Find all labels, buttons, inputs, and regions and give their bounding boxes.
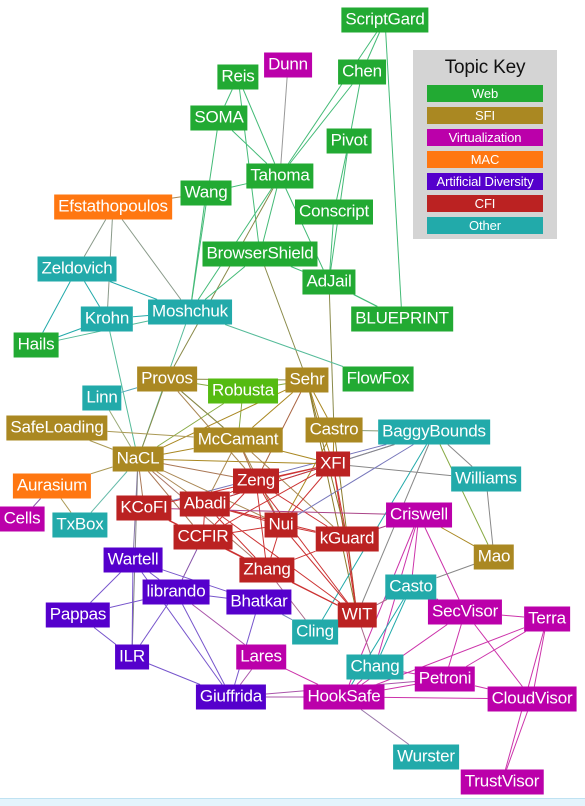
graph-node-kcofi[interactable]: KCoFI <box>116 495 172 521</box>
graph-node-wit[interactable]: WIT <box>337 602 377 628</box>
graph-node-castro[interactable]: Castro <box>305 417 363 443</box>
graph-node-giuffrida[interactable]: Giuffrida <box>195 684 267 710</box>
graph-node-lares[interactable]: Lares <box>236 644 286 670</box>
graph-node-moshchuk[interactable]: Moshchuk <box>148 299 232 325</box>
legend-item-sfi: SFI <box>427 107 543 124</box>
graph-node-casto[interactable]: Casto <box>385 574 437 600</box>
graph-node-secvisor[interactable]: SecVisor <box>427 599 503 625</box>
graph-node-librando[interactable]: librando <box>142 579 210 605</box>
graph-node-nacl[interactable]: NaCL <box>112 446 164 472</box>
graph-node-xfi[interactable]: XFI <box>316 451 350 477</box>
graph-node-criswell[interactable]: Criswell <box>386 502 452 528</box>
graph-node-zeng[interactable]: Zeng <box>233 468 279 494</box>
legend-item-virtualization: Virtualization <box>427 129 543 146</box>
graph-node-terra[interactable]: Terra <box>524 606 570 632</box>
graph-node-chang[interactable]: Chang <box>346 654 404 680</box>
graph-node-sehr[interactable]: Sehr <box>285 367 329 393</box>
graph-node-wartell[interactable]: Wartell <box>103 547 163 573</box>
graph-node-kguard[interactable]: kGuard <box>315 526 379 552</box>
graph-node-scriptgard[interactable]: ScriptGard <box>341 7 429 33</box>
legend-rows: Web SFI Virtualization MAC Artificial Divers… <box>413 85 557 234</box>
graph-node-browsershield[interactable]: BrowserShield <box>202 241 318 267</box>
graph-node-zhang[interactable]: Zhang <box>239 557 295 583</box>
graph-node-williams[interactable]: Williams <box>451 466 521 492</box>
graph-node-hooksafe[interactable]: HookSafe <box>303 684 385 710</box>
graph-node-blueprint[interactable]: BLUEPRINT <box>351 306 453 332</box>
graph-node-soma[interactable]: SOMA <box>190 105 248 131</box>
graph-node-adjail[interactable]: AdJail <box>302 269 356 295</box>
graph-node-flowfox[interactable]: FlowFox <box>342 366 414 392</box>
graph-node-wurster[interactable]: Wurster <box>393 744 459 770</box>
graph-node-provos[interactable]: Provos <box>137 366 197 392</box>
graph-node-ccfir[interactable]: CCFIR <box>173 524 233 550</box>
graph-node-tahoma[interactable]: Tahoma <box>246 163 314 189</box>
graph-node-mccamant[interactable]: McCamant <box>193 427 283 453</box>
legend-title: Topic Key <box>444 57 526 78</box>
graph-node-conscript[interactable]: Conscript <box>294 199 374 225</box>
graph-node-linn[interactable]: Linn <box>82 385 122 411</box>
graph-node-nui[interactable]: Nui <box>264 512 298 538</box>
graph-node-baggybounds[interactable]: BaggyBounds <box>378 419 490 445</box>
graph-node-cells[interactable]: Cells <box>0 506 45 532</box>
graph-node-reis[interactable]: Reis <box>217 64 259 90</box>
graph-node-aurasium[interactable]: Aurasium <box>12 473 92 499</box>
legend-item-mac: MAC <box>427 151 543 168</box>
graph-node-bhatkar[interactable]: Bhatkar <box>226 589 292 615</box>
graph-node-wang[interactable]: Wang <box>180 180 232 206</box>
bottom-strip <box>0 798 585 806</box>
legend-item-artificial-diversity: Artificial Diversity <box>427 173 543 190</box>
legend-item-web: Web <box>427 85 543 102</box>
graph-node-cloudvisor[interactable]: CloudVisor <box>487 686 577 712</box>
legend-item-other: Other <box>427 217 543 234</box>
graph-node-krohn[interactable]: Krohn <box>80 306 134 332</box>
graph-node-trustvisor[interactable]: TrustVisor <box>460 769 544 795</box>
graph-node-abadi[interactable]: Abadi <box>179 491 231 517</box>
graph-node-mao[interactable]: Mao <box>473 544 515 570</box>
graph-node-hails[interactable]: Hails <box>13 332 59 358</box>
graph-node-dunn[interactable]: Dunn <box>264 52 312 78</box>
graph-node-robusta[interactable]: Robusta <box>208 378 278 404</box>
graph-node-safeloading[interactable]: SafeLoading <box>6 415 108 441</box>
graph-node-petroni[interactable]: Petroni <box>414 666 476 692</box>
network-graph-canvas: ScriptGard Dunn Reis Chen SOMA Pivot Tahoma Wan… <box>0 0 585 806</box>
graph-node-chen[interactable]: Chen <box>338 59 386 85</box>
legend-item-cfi: CFI <box>427 195 543 212</box>
topic-key-legend: Topic Key Web SFI Virtualization MAC Artific… <box>413 50 557 239</box>
graph-node-cling[interactable]: Cling <box>292 619 338 645</box>
graph-node-zeldovich[interactable]: Zeldovich <box>37 256 117 282</box>
graph-node-pivot[interactable]: Pivot <box>326 128 372 154</box>
graph-node-ilr[interactable]: ILR <box>115 644 149 670</box>
graph-node-txbox[interactable]: TxBox <box>52 512 108 538</box>
graph-node-efstathopoulos[interactable]: Efstathopoulos <box>54 194 172 220</box>
graph-node-pappas[interactable]: Pappas <box>45 602 111 628</box>
